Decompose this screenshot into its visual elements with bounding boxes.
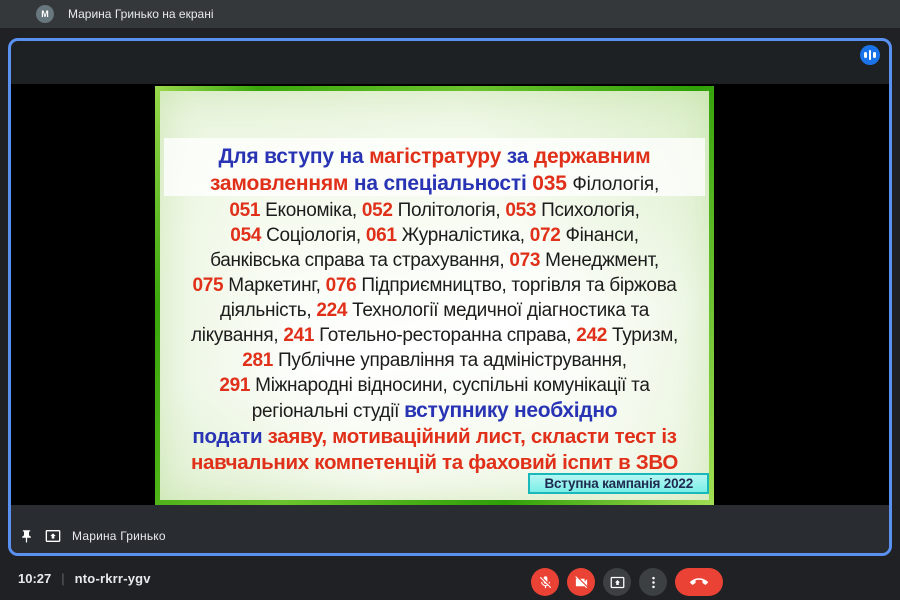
slide-line: діяльність, 224 Технології медичної діаг… (219, 300, 650, 321)
campaign-badge: Вступна кампанія 2022 (528, 473, 709, 494)
present-icon (610, 575, 625, 590)
slide-line: 051 Економіка, 052 Політологія, 053 Псих… (229, 200, 640, 221)
end-call-icon (690, 573, 708, 591)
more-options-icon (646, 575, 661, 590)
camera-off-button[interactable] (567, 568, 595, 596)
more-options-button[interactable] (639, 568, 667, 596)
presentation-slide: Для вступу на магістратуру за державним з… (155, 86, 714, 505)
slide-line: подати заяву, мотиваційний лист, скласти… (192, 425, 677, 448)
slide-text: Для вступу на магістратуру за державним з… (164, 143, 705, 476)
slide-line: замовленням на спеціальності 035 Філолог… (209, 172, 660, 195)
meet-bottom-bar: 10:27 | nto-rkrr-ygv (0, 556, 900, 600)
presenter-name: Марина Гринько (72, 529, 166, 543)
present-button[interactable] (603, 568, 631, 596)
tile-name-overlay: Марина Гринько (19, 528, 166, 544)
slide-line: 054 Соціологія, 061 Журналістика, 072 Фі… (230, 225, 639, 246)
slide-line: 281 Публічне управління та адмініструван… (242, 350, 627, 371)
slide-line: банківська справа та страхування, 073 Ме… (210, 250, 659, 271)
presenting-banner: M Марина Гринько на екрані (0, 0, 900, 28)
mic-off-button[interactable] (531, 568, 559, 596)
camera-off-icon (574, 575, 589, 590)
meeting-info: 10:27 | nto-rkrr-ygv (18, 571, 151, 586)
slide-line: лікування, 241 Готельно-ресторанна справ… (191, 325, 678, 346)
slide-line: регіональні студії вступнику необхідно (251, 399, 618, 422)
slide-line: 075 Маркетинг, 076 Підприємництво, торгі… (192, 275, 677, 296)
meeting-code: nto-rkrr-ygv (74, 570, 151, 586)
popout-icon[interactable] (45, 528, 61, 544)
slide-line: 291 Міжнародні відносини, суспільні кому… (219, 375, 650, 396)
audio-indicator-icon (860, 45, 880, 65)
presenting-label: Марина Гринько на екрані (68, 7, 214, 21)
clock: 10:27 (18, 570, 52, 586)
slide-background: Для вступу на магістратуру за державним з… (160, 91, 709, 500)
end-call-button[interactable] (675, 568, 723, 596)
avatar: M (36, 5, 54, 23)
pin-icon[interactable] (19, 529, 34, 544)
call-controls (531, 568, 723, 596)
screen-share-tile[interactable]: Для вступу на магістратуру за державним з… (8, 38, 892, 556)
separator: | (61, 570, 65, 586)
slide-line: Для вступу на магістратуру за державним (218, 145, 651, 168)
mic-off-icon (538, 575, 553, 590)
